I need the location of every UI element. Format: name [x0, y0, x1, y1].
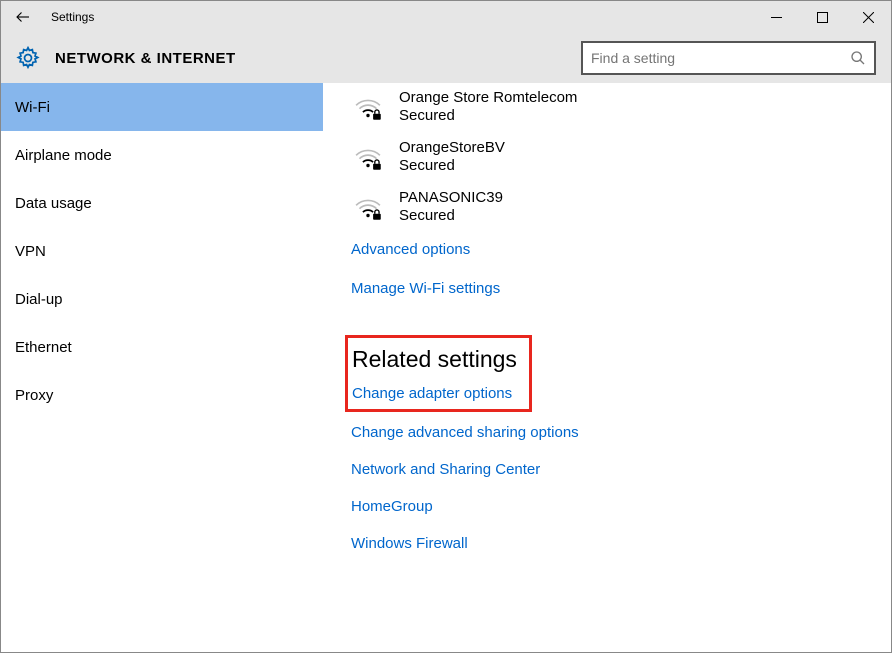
spacer — [351, 268, 891, 280]
wifi-status: Secured — [399, 107, 577, 125]
wifi-network-item[interactable]: Orange Store Romtelecom Secured — [351, 89, 891, 125]
sidebar: Wi-Fi Airplane mode Data usage VPN Dial-… — [1, 83, 323, 652]
sidebar-item-vpn[interactable]: VPN — [1, 227, 323, 275]
sidebar-item-proxy[interactable]: Proxy — [1, 371, 323, 419]
wifi-network-item[interactable]: PANASONIC39 Secured — [351, 189, 891, 225]
gear-icon — [15, 45, 41, 71]
header: NETWORK & INTERNET — [1, 33, 891, 83]
wifi-details: Orange Store Romtelecom Secured — [399, 89, 577, 125]
sidebar-item-label: Data usage — [15, 195, 92, 212]
wifi-status: Secured — [399, 207, 503, 225]
close-button[interactable] — [845, 1, 891, 33]
detail-pane: Orange Store Romtelecom Secured OrangeSt… — [323, 83, 891, 652]
section-heading-related: Related settings — [352, 346, 517, 373]
sidebar-item-label: Wi-Fi — [15, 99, 50, 116]
wifi-details: PANASONIC39 Secured — [399, 189, 503, 225]
sidebar-item-label: Dial-up — [15, 291, 63, 308]
wifi-network-item[interactable]: OrangeStoreBV Secured — [351, 139, 891, 175]
link-change-advanced-sharing[interactable]: Change advanced sharing options — [351, 424, 891, 441]
wifi-name: Orange Store Romtelecom — [399, 89, 577, 107]
wifi-status: Secured — [399, 157, 505, 175]
sidebar-item-label: Airplane mode — [15, 147, 112, 164]
sidebar-item-wifi[interactable]: Wi-Fi — [1, 83, 323, 131]
sidebar-item-dialup[interactable]: Dial-up — [1, 275, 323, 323]
maximize-icon — [817, 12, 828, 23]
link-windows-firewall[interactable]: Windows Firewall — [351, 535, 891, 552]
content: Wi-Fi Airplane mode Data usage VPN Dial-… — [1, 83, 891, 652]
search-box[interactable] — [581, 41, 876, 75]
window-controls — [753, 1, 891, 33]
sidebar-item-label: Proxy — [15, 387, 53, 404]
minimize-icon — [771, 12, 782, 23]
sidebar-item-airplane-mode[interactable]: Airplane mode — [1, 131, 323, 179]
related-links: Change advanced sharing options Network … — [351, 412, 891, 552]
wifi-details: OrangeStoreBV Secured — [399, 139, 505, 175]
link-manage-wifi-settings[interactable]: Manage Wi-Fi settings — [351, 280, 891, 297]
search-icon — [850, 50, 866, 66]
sidebar-item-label: VPN — [15, 243, 46, 260]
back-arrow-icon — [14, 8, 32, 26]
link-change-adapter-options[interactable]: Change adapter options — [352, 385, 517, 402]
back-button[interactable] — [11, 5, 35, 29]
minimize-button[interactable] — [753, 1, 799, 33]
highlight-box: Related settings Change adapter options — [345, 335, 532, 412]
maximize-button[interactable] — [799, 1, 845, 33]
wifi-secured-icon — [351, 90, 385, 124]
wifi-secured-icon — [351, 140, 385, 174]
sidebar-item-label: Ethernet — [15, 339, 72, 356]
sidebar-item-ethernet[interactable]: Ethernet — [1, 323, 323, 371]
titlebar-left: Settings — [11, 5, 94, 29]
wifi-name: OrangeStoreBV — [399, 139, 505, 157]
link-network-sharing-center[interactable]: Network and Sharing Center — [351, 461, 891, 478]
wifi-secured-icon — [351, 190, 385, 224]
link-advanced-options[interactable]: Advanced options — [351, 241, 891, 258]
header-left: NETWORK & INTERNET — [15, 45, 236, 71]
window-title: Settings — [51, 10, 94, 24]
search-input[interactable] — [591, 50, 850, 66]
sidebar-item-data-usage[interactable]: Data usage — [1, 179, 323, 227]
titlebar: Settings — [1, 1, 891, 33]
close-icon — [863, 12, 874, 23]
link-homegroup[interactable]: HomeGroup — [351, 498, 891, 515]
page-heading: NETWORK & INTERNET — [55, 50, 236, 67]
wifi-name: PANASONIC39 — [399, 189, 503, 207]
spacer — [351, 412, 891, 424]
